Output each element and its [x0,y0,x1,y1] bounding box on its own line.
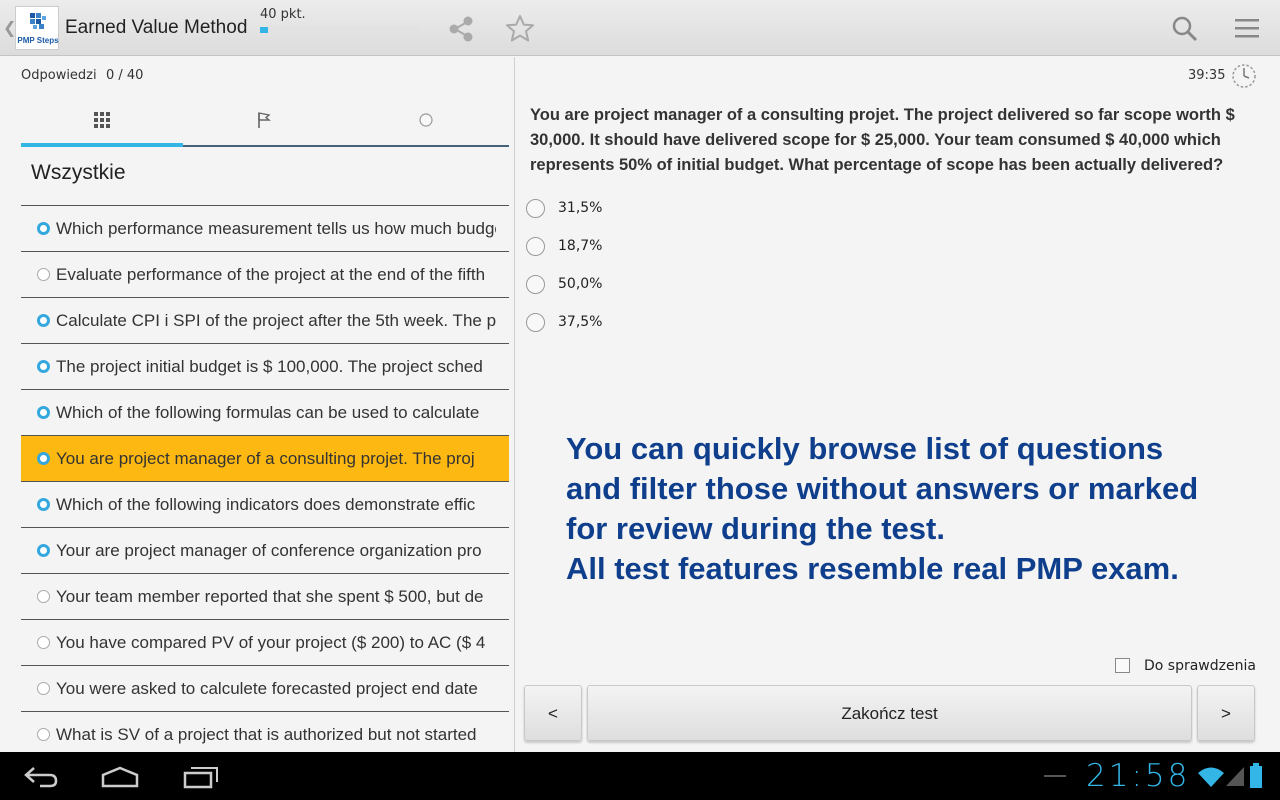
question-list-item-text: Your are project manager of conference o… [56,541,482,560]
question-list-item[interactable]: Evaluate performance of the project at t… [21,251,509,297]
question-list-item-text: The project initial budget is $ 100,000.… [56,357,483,376]
score-progress-bar [260,27,420,33]
unanswered-dot-icon [37,728,50,741]
question-list: Which performance measurement tells us h… [21,205,509,752]
logo-text: PMP Steps [17,36,59,45]
back-icon[interactable] [22,764,60,790]
app-title: Earned Value Method [65,17,248,38]
finish-test-button[interactable]: Zakończ test [587,685,1192,741]
question-list-item-text: Evaluate performance of the project at t… [56,265,486,284]
overflow-menu-icon[interactable] [1233,14,1263,44]
unanswered-dot-icon [37,268,50,281]
score-progress-fill [260,27,268,33]
question-list-item[interactable]: Which of the following indicators does d… [21,481,509,527]
question-list-item[interactable]: You have compared PV of your project ($ … [21,619,509,665]
question-list-item-text: Which of the following formulas can be u… [56,403,480,422]
flag-icon [258,112,271,128]
section-title: Wszystkie [31,161,126,184]
question-list-panel: Odpowiedzi 0 / 40 Wszystkie Which perfor… [0,57,515,752]
recent-apps-icon[interactable] [182,765,220,789]
search-icon[interactable] [1170,14,1200,44]
question-list-item[interactable]: Your team member reported that she spent… [21,573,509,619]
question-list-item[interactable]: You are project manager of a consulting … [21,435,509,481]
radio-button[interactable] [526,313,545,332]
answers-count: 0 / 40 [106,68,144,83]
question-list-item[interactable]: What is SV of a project that is authoriz… [21,711,509,752]
tab-unanswered[interactable] [345,97,507,147]
review-label[interactable]: Do sprawdzenia [1144,658,1256,674]
review-checkbox[interactable] [1115,658,1130,673]
promo-line: for review during the test. [566,511,945,546]
question-list-item-text: What is SV of a project that is authoriz… [56,725,477,744]
notification-dash-icon [1044,775,1066,777]
question-list-item-text: Which performance measurement tells us h… [56,219,496,238]
cube-logo-icon [30,13,46,29]
signal-icon [1226,767,1244,786]
battery-icon [1250,763,1262,788]
question-list-item[interactable]: The project initial budget is $ 100,000.… [21,343,509,389]
status-clock: 21:58 [1086,758,1191,794]
app-logo[interactable]: PMP Steps [15,6,59,50]
unanswered-circle-icon [419,113,433,127]
radio-button[interactable] [526,275,545,294]
tab-marked[interactable] [183,97,345,147]
unanswered-dot-icon [37,590,50,603]
star-icon[interactable] [505,14,535,44]
question-list-item-text: Your team member reported that she spent… [56,587,484,606]
answered-dot-icon [37,222,50,235]
promo-line: and filter those without answers or mark… [566,471,1199,506]
radio-button[interactable] [526,237,545,256]
answered-dot-icon [37,452,50,465]
share-icon[interactable] [446,14,476,44]
next-button[interactable]: > [1197,685,1255,741]
timer-icon [1232,64,1256,88]
answered-dot-icon [37,498,50,511]
question-list-item[interactable]: Calculate CPI i SPI of the project after… [21,297,509,343]
prev-button[interactable]: < [524,685,582,741]
tab-all[interactable] [21,97,183,147]
filter-tabs [21,97,509,147]
promo-line: You can quickly browse list of questions [566,431,1164,466]
radio-button[interactable] [526,199,545,218]
answers-label: Odpowiedzi [21,68,97,83]
question-list-item-text: You were asked to calculete forecasted p… [56,679,478,698]
question-list-item-text: You are project manager of a consulting … [56,449,475,468]
active-tab-indicator [21,143,183,147]
score-label: 40 pkt. [260,7,306,22]
promo-line: All test features resemble real PMP exam… [566,551,1179,586]
answered-dot-icon [37,544,50,557]
answer-option-label: 50,0% [558,276,603,292]
question-list-item[interactable]: Your are project manager of conference o… [21,527,509,573]
question-list-item-text: You have compared PV of your project ($ … [56,633,486,652]
home-icon[interactable] [100,766,140,788]
question-list-item-text: Calculate CPI i SPI of the project after… [56,311,496,330]
question-list-item[interactable]: Which performance measurement tells us h… [21,205,509,251]
answer-option-label: 18,7% [558,238,603,254]
question-list-item[interactable]: Which of the following formulas can be u… [21,389,509,435]
timer-text: 39:35 [1188,68,1226,83]
question-detail-panel: 39:35 You are project manager of a consu… [516,57,1280,752]
question-list-item[interactable]: You were asked to calculete forecasted p… [21,665,509,711]
system-navigation-bar: 21:58 [0,752,1280,800]
answered-dot-icon [37,406,50,419]
question-list-item-text: Which of the following indicators does d… [56,495,476,514]
wifi-icon [1198,767,1224,787]
unanswered-dot-icon [37,636,50,649]
grid-icon [94,112,110,128]
question-text: You are project manager of a consulting … [530,106,1235,174]
action-bar: ❮ PMP Steps Earned Value Method 40 pkt. [0,0,1280,56]
promo-message: You can quickly browse list of questions… [566,429,1266,589]
answered-dot-icon [37,360,50,373]
answer-option-label: 31,5% [558,200,603,216]
unanswered-dot-icon [37,682,50,695]
answer-option-label: 37,5% [558,314,603,330]
answered-dot-icon [37,314,50,327]
